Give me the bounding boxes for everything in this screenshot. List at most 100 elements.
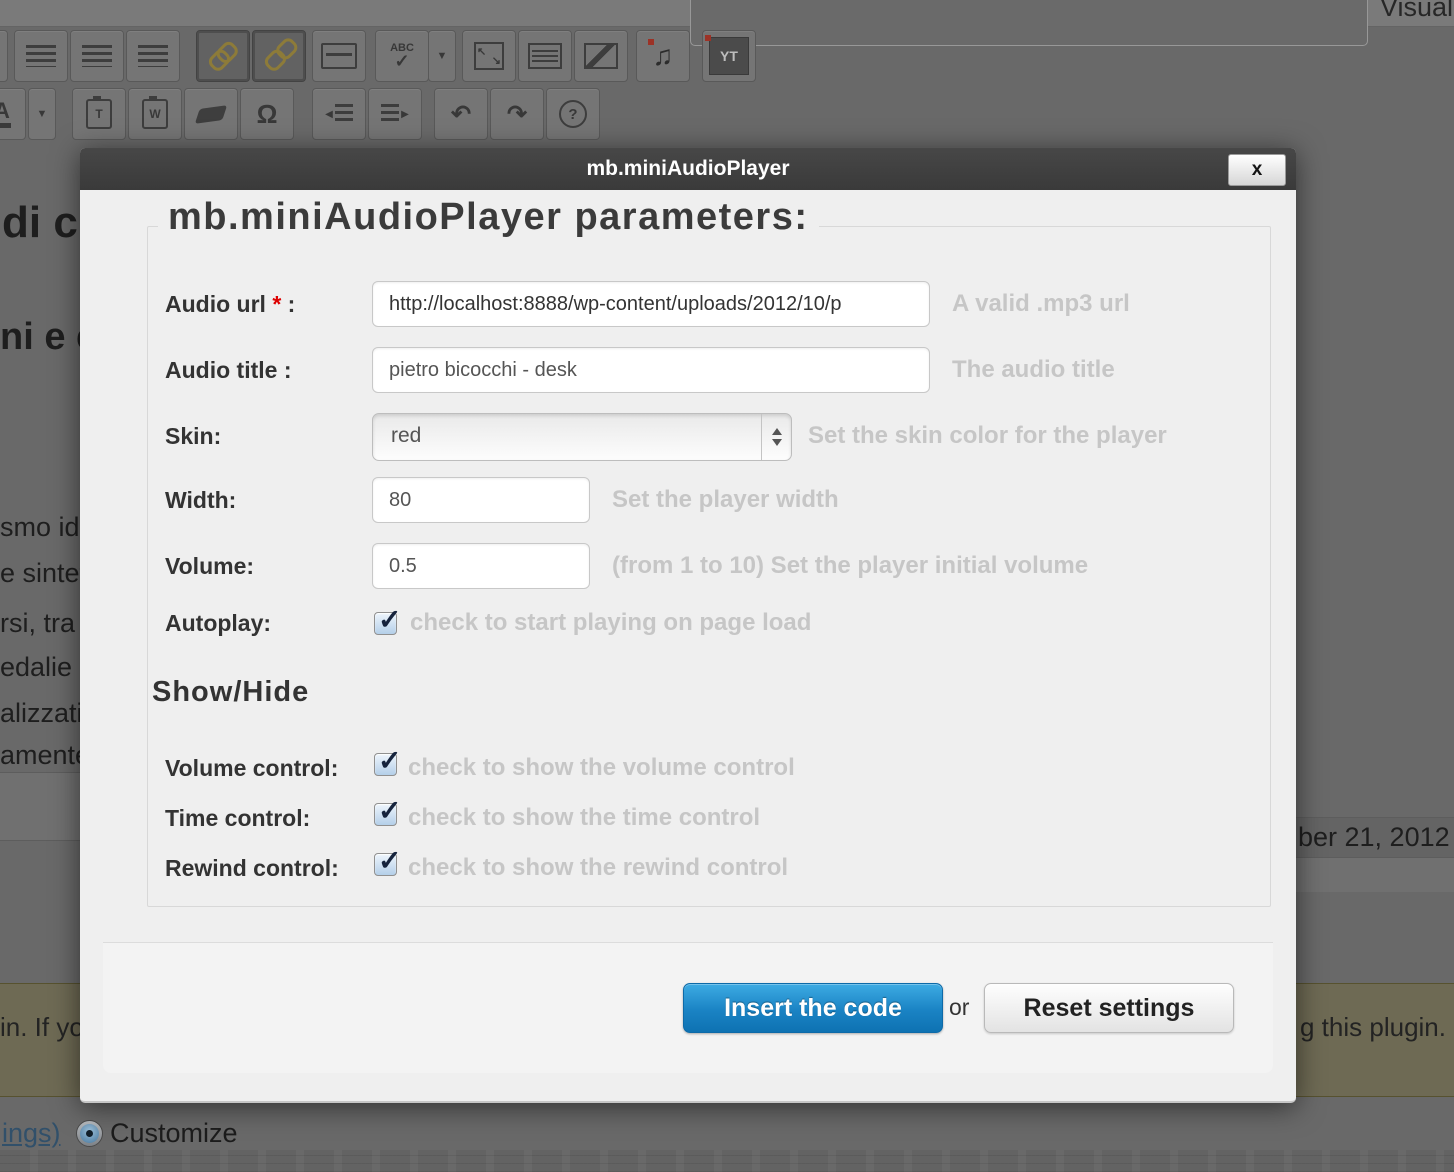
editor-text-fragment: amente (0, 740, 90, 771)
audio-title-input[interactable] (372, 347, 930, 393)
insert-code-button[interactable]: Insert the code (683, 983, 943, 1033)
edit-image-button (574, 30, 628, 82)
omega-icon: Ω (257, 99, 278, 130)
close-button[interactable]: x (1228, 154, 1286, 186)
fullscreen-button: ↖ ↘ (462, 30, 516, 82)
chevron-down-icon: ▼ (37, 108, 48, 120)
notice-text-fragment: in. If yo (0, 1012, 84, 1043)
audio-title-hint: The audio title (952, 347, 1115, 393)
time-control-hint: check to show the time control (408, 805, 760, 831)
required-asterisk: * (272, 291, 281, 317)
align-left-icon (26, 45, 56, 67)
time-control-checkbox[interactable]: ✓ (374, 803, 397, 826)
rewind-control-checkbox[interactable]: ✓ (374, 853, 397, 876)
post-title-input (690, 0, 1368, 46)
volume-hint: (from 1 to 10) Set the player initial vo… (612, 543, 1088, 589)
spellcheck-dropdown-button: ▼ (428, 30, 456, 82)
more-tag-icon (321, 43, 357, 69)
undo-button: ↶ (434, 88, 488, 140)
chevron-down-icon: ▼ (437, 50, 448, 62)
eraser-icon (195, 105, 227, 123)
dialog-title: mb.miniAudioPlayer (80, 148, 1296, 190)
align-left-button (14, 30, 68, 82)
width-input[interactable] (372, 477, 590, 523)
audio-title-label: Audio title : (165, 347, 370, 393)
outdent-icon: ◀ (325, 104, 353, 124)
text-color-button: A (0, 88, 26, 140)
volume-input[interactable] (372, 543, 590, 589)
divider (0, 840, 80, 841)
link-icon (203, 36, 243, 76)
customize-radio (76, 1120, 103, 1147)
help-button: ? (546, 88, 600, 140)
skin-hint: Set the skin color for the player (808, 413, 1167, 459)
paste-from-word-button: W (128, 88, 182, 140)
footer-texture (0, 1150, 1454, 1172)
skin-selected-value: red (391, 414, 421, 458)
rewind-control-label: Rewind control: (165, 855, 339, 881)
panel-band (1296, 858, 1454, 892)
help-icon: ? (559, 100, 587, 128)
skin-select[interactable]: red (372, 413, 792, 461)
dialog-heading: mb.miniAudioPlayer parameters: (158, 196, 819, 239)
customize-label: Customize (110, 1118, 238, 1149)
autoplay-hint: check to start playing on page load (410, 600, 811, 646)
link-button (196, 30, 250, 82)
divider (1296, 817, 1454, 818)
kitchen-sink-button (518, 30, 572, 82)
youtube-icon: YT (709, 37, 749, 75)
red-corner-mark (648, 39, 654, 45)
editor-text-fragment: rsi, tra (0, 608, 75, 639)
indent-icon: ▶ (381, 104, 409, 124)
align-center-icon (82, 45, 112, 67)
or-text: or (949, 983, 969, 1031)
show-hide-heading: Show/Hide (152, 676, 309, 709)
more-tag-button (312, 30, 366, 82)
special-character-button: Ω (240, 88, 294, 140)
toolbar-button-cut (0, 30, 8, 82)
align-right-button (126, 30, 180, 82)
editor-bottom-band (0, 772, 80, 840)
width-hint: Set the player width (612, 477, 839, 523)
volume-control-label: Volume control: (165, 755, 338, 781)
editor-text-fragment: alizzati (0, 698, 83, 729)
align-center-button (70, 30, 124, 82)
redo-icon: ↷ (507, 100, 527, 129)
volume-control-checkbox[interactable]: ✓ (374, 753, 397, 776)
skin-label: Skin: (165, 413, 370, 459)
time-control-label: Time control: (165, 805, 310, 831)
redo-button: ↷ (490, 88, 544, 140)
fullscreen-icon: ↖ ↘ (474, 42, 504, 70)
autoplay-label: Autoplay: (165, 600, 370, 646)
page: Visual ABC ✓ ▼ ↖ ↘ ♫ YT A ▼ T W Ω ◀ ▶ ↶ … (0, 0, 1454, 1172)
editor-text-fragment: e sintet (0, 558, 87, 589)
volume-label: Volume: (165, 543, 370, 589)
paste-word-icon: W (142, 99, 168, 129)
last-edited-fragment: ber 21, 2012 a (1298, 822, 1454, 853)
youtube-button: YT (702, 30, 756, 82)
audio-url-hint: A valid .mp3 url (952, 281, 1130, 327)
red-corner-mark (705, 35, 711, 41)
divider (0, 772, 80, 773)
autoplay-checkbox[interactable]: ✓ (374, 612, 397, 635)
outdent-button: ◀ (312, 88, 366, 140)
check-icon: ✓ (378, 794, 401, 827)
tab-visual: Visual (1380, 0, 1453, 23)
dialog-titlebar: mb.miniAudioPlayer x (80, 148, 1296, 190)
music-note-icon: ♫ (653, 42, 674, 70)
notice-text-fragment: g this plugin. (1300, 1012, 1446, 1043)
paste-as-text-button: T (72, 88, 126, 140)
spellcheck-button: ABC ✓ (375, 30, 429, 82)
close-icon: x (1252, 159, 1263, 181)
audio-shortcode-button: ♫ (636, 30, 690, 82)
check-icon: ✓ (378, 603, 401, 636)
miniaudioplayer-dialog: mb.miniAudioPlayer x mb.miniAudioPlayer … (80, 148, 1296, 1103)
spellcheck-icon: ABC ✓ (390, 43, 414, 70)
reset-settings-button[interactable]: Reset settings (984, 983, 1234, 1033)
volume-control-hint: check to show the volume control (408, 755, 795, 781)
rewind-control-hint: check to show the rewind control (408, 855, 788, 881)
width-label: Width: (165, 477, 370, 523)
undo-icon: ↶ (451, 100, 471, 129)
audio-url-label: Audio url * : (165, 281, 370, 327)
audio-url-input[interactable] (372, 281, 930, 327)
